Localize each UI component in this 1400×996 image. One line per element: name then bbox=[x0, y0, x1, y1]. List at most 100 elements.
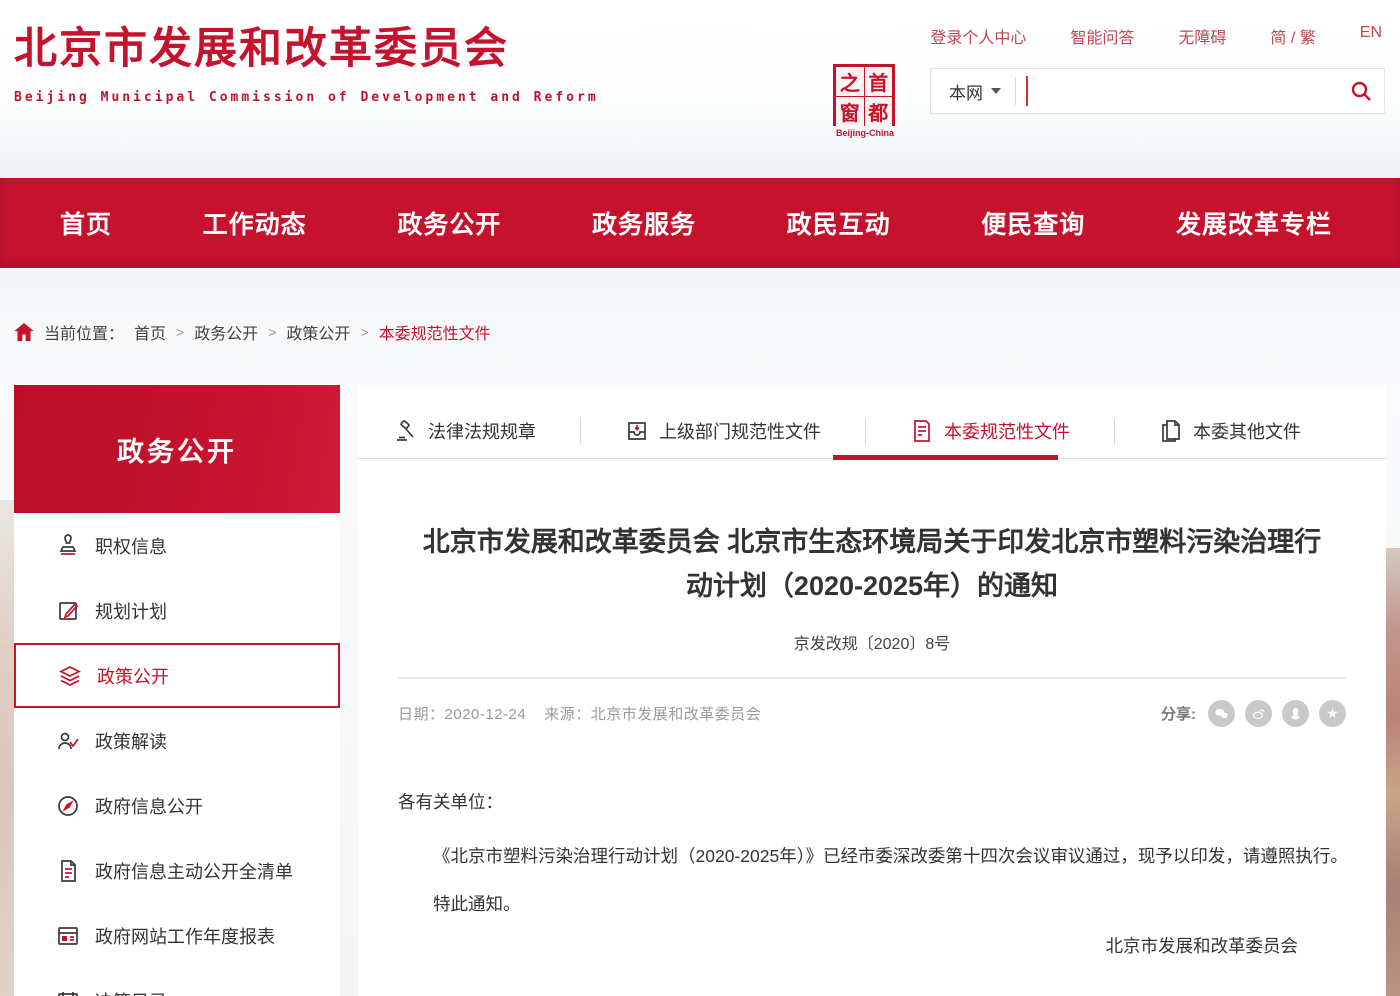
english-link[interactable]: EN bbox=[1360, 24, 1382, 48]
sidebar-item-label: 政府信息主动公开全清单 bbox=[95, 858, 293, 884]
nav-item-public-interaction[interactable]: 政民互动 bbox=[787, 205, 891, 241]
tab-separator bbox=[865, 418, 866, 444]
site-subtitle: Beijing Municipal Commission of Developm… bbox=[14, 90, 599, 105]
sidebar-item-proactive-disclosure-list[interactable]: 政府信息主动公开全清单 bbox=[14, 838, 340, 903]
compass-icon bbox=[56, 794, 80, 818]
breadcrumb-separator: > bbox=[176, 324, 184, 340]
sidebar-item-authority-info[interactable]: 职权信息 bbox=[14, 513, 340, 578]
tab-label: 上级部门规范性文件 bbox=[659, 418, 821, 444]
share-label: 分享: bbox=[1161, 703, 1196, 724]
plan-doc-icon bbox=[56, 599, 80, 623]
sidebar-item-policy-disclosure[interactable]: 政策公开 bbox=[14, 643, 340, 708]
star-icon[interactable]: ★ bbox=[1319, 700, 1346, 727]
tab-laws-regulations[interactable]: 法律法规规章 bbox=[388, 418, 542, 444]
sidebar-item-label: 决策目录 bbox=[95, 988, 167, 996]
seal-char: 首 bbox=[865, 67, 893, 96]
search-scope-label: 本网 bbox=[949, 79, 983, 104]
tab-commission-normative-docs[interactable]: 本委规范性文件 bbox=[904, 418, 1076, 444]
login-link[interactable]: 登录个人中心 bbox=[930, 24, 1026, 48]
nav-item-work-dynamics[interactable]: 工作动态 bbox=[203, 205, 307, 241]
sidebar-item-gov-info-disclosure[interactable]: 政府信息公开 bbox=[14, 773, 340, 838]
site-logo[interactable]: 北京市发展和改革委员会 Beijing Municipal Commission… bbox=[14, 14, 599, 105]
sidebar-item-label: 规划计划 bbox=[95, 598, 167, 624]
sidebar-list: 职权信息 规划计划 政策公开 bbox=[14, 513, 340, 996]
tab-label: 本委规范性文件 bbox=[944, 418, 1070, 444]
source-label: 来源： bbox=[544, 706, 591, 723]
folder-icon bbox=[56, 989, 80, 996]
page: 北京市发展和改革委员会 Beijing Municipal Commission… bbox=[0, 0, 1400, 996]
paragraph: 《北京市塑料污染治理行动计划（2020-2025年）》已经市委深改委第十四次会议… bbox=[398, 837, 1348, 875]
search-divider bbox=[1015, 77, 1016, 105]
nav-item-gov-services[interactable]: 政务服务 bbox=[592, 205, 696, 241]
share-bar: 分享: ★ bbox=[1161, 700, 1346, 727]
smart-qa-link[interactable]: 智能问答 bbox=[1070, 24, 1134, 48]
pages-icon bbox=[1159, 419, 1183, 443]
sidebar: 政务公开 职权信息 规划计划 bbox=[14, 385, 340, 996]
sidebar-item-plans[interactable]: 规划计划 bbox=[14, 578, 340, 643]
search-button[interactable] bbox=[1338, 69, 1384, 113]
breadcrumb-home[interactable]: 首页 bbox=[134, 320, 166, 344]
layers-icon bbox=[58, 664, 82, 688]
breadcrumb-label: 当前位置： bbox=[44, 320, 124, 344]
nav-item-gov-disclosure[interactable]: 政务公开 bbox=[397, 205, 501, 241]
article-meta: 日期：2020-12-24来源：北京市发展和改革委员会 分享: ★ bbox=[398, 700, 1346, 727]
tab-superior-normative-docs[interactable]: 上级部门规范性文件 bbox=[619, 418, 827, 444]
beijing-china-seal[interactable]: 之 首 窗 都 Beijing-China bbox=[833, 64, 897, 138]
chevron-down-icon bbox=[991, 88, 1001, 94]
tab-commission-other-docs[interactable]: 本委其他文件 bbox=[1153, 418, 1307, 444]
breadcrumb: 当前位置： 首页 > 政务公开 > 政策公开 > 本委规范性文件 bbox=[14, 320, 491, 344]
nav-item-convenient-query[interactable]: 便民查询 bbox=[981, 205, 1085, 241]
document-tabs: 法律法规规章 上级部门规范性文件 bbox=[358, 403, 1386, 458]
meta-divider bbox=[398, 677, 1346, 679]
site-search: 本网 bbox=[930, 68, 1385, 114]
accessibility-link[interactable]: 无障碍 bbox=[1178, 24, 1226, 48]
seal-grid: 之 首 窗 都 bbox=[833, 64, 895, 126]
site-title: 北京市发展和改革委员会 bbox=[14, 14, 599, 76]
gavel-icon bbox=[394, 419, 418, 443]
salutation: 各有关单位： bbox=[398, 783, 1348, 821]
date-label: 日期： bbox=[398, 706, 445, 723]
breadcrumb-separator: > bbox=[360, 324, 368, 340]
paragraph: 特此通知。 bbox=[398, 885, 1348, 923]
breadcrumb-gov-disclosure[interactable]: 政务公开 bbox=[194, 320, 258, 344]
home-icon[interactable] bbox=[14, 323, 34, 341]
sidebar-header[interactable]: 政务公开 bbox=[14, 385, 340, 513]
main-panel: 法律法规规章 上级部门规范性文件 bbox=[358, 385, 1386, 996]
qq-icon[interactable] bbox=[1282, 700, 1309, 727]
nav-item-home[interactable]: 首页 bbox=[60, 205, 112, 241]
nav-item-reform-column[interactable]: 发展改革专栏 bbox=[1176, 205, 1332, 241]
seal-char: 之 bbox=[836, 67, 864, 96]
main-nav: 首页 工作动态 政务公开 政务服务 政民互动 便民查询 发展改革专栏 bbox=[0, 178, 1400, 268]
simplified-traditional-link[interactable]: 简 / 繁 bbox=[1270, 24, 1315, 48]
sidebar-item-policy-interpretation[interactable]: 政策解读 bbox=[14, 708, 340, 773]
tab-label: 法律法规规章 bbox=[428, 418, 536, 444]
search-scope-select[interactable]: 本网 bbox=[931, 79, 1015, 104]
sidebar-item-label: 政府网站工作年度报表 bbox=[95, 923, 275, 949]
left-watermark bbox=[0, 500, 14, 996]
tab-separator bbox=[580, 418, 581, 444]
person-check-icon bbox=[56, 729, 80, 753]
article-body: 各有关单位： 《北京市塑料污染治理行动计划（2020-2025年）》已经市委深改… bbox=[398, 783, 1348, 965]
search-input[interactable] bbox=[1028, 71, 1338, 111]
wechat-icon[interactable] bbox=[1208, 700, 1235, 727]
active-tab-underline bbox=[833, 455, 1058, 460]
weibo-icon[interactable] bbox=[1245, 700, 1272, 727]
signature: 北京市发展和改革委员会 bbox=[398, 927, 1348, 965]
sidebar-item-label: 职权信息 bbox=[95, 533, 167, 559]
seal-char: 都 bbox=[865, 97, 893, 126]
doc-pencil-icon bbox=[910, 419, 934, 443]
sidebar-item-annual-website-report[interactable]: 政府网站工作年度报表 bbox=[14, 903, 340, 968]
seal-caption: Beijing-China bbox=[833, 128, 897, 138]
breadcrumb-current[interactable]: 本委规范性文件 bbox=[379, 320, 491, 344]
breadcrumb-policy-disclosure[interactable]: 政策公开 bbox=[286, 320, 350, 344]
article-source: 北京市发展和改革委员会 bbox=[591, 706, 762, 723]
article-title: 北京市发展和改革委员会 北京市生态环境局关于印发北京市塑料污染治理行动计划（20… bbox=[412, 520, 1332, 608]
search-icon bbox=[1349, 79, 1373, 103]
sidebar-item-label: 政府信息公开 bbox=[95, 793, 203, 819]
sidebar-item-decision-catalog[interactable]: 决策目录 bbox=[14, 968, 340, 996]
sidebar-item-label: 政策解读 bbox=[95, 728, 167, 754]
sidebar-item-label: 政策公开 bbox=[97, 663, 169, 689]
report-grid-icon bbox=[56, 924, 80, 948]
breadcrumb-separator: > bbox=[268, 324, 276, 340]
inbox-icon bbox=[625, 419, 649, 443]
